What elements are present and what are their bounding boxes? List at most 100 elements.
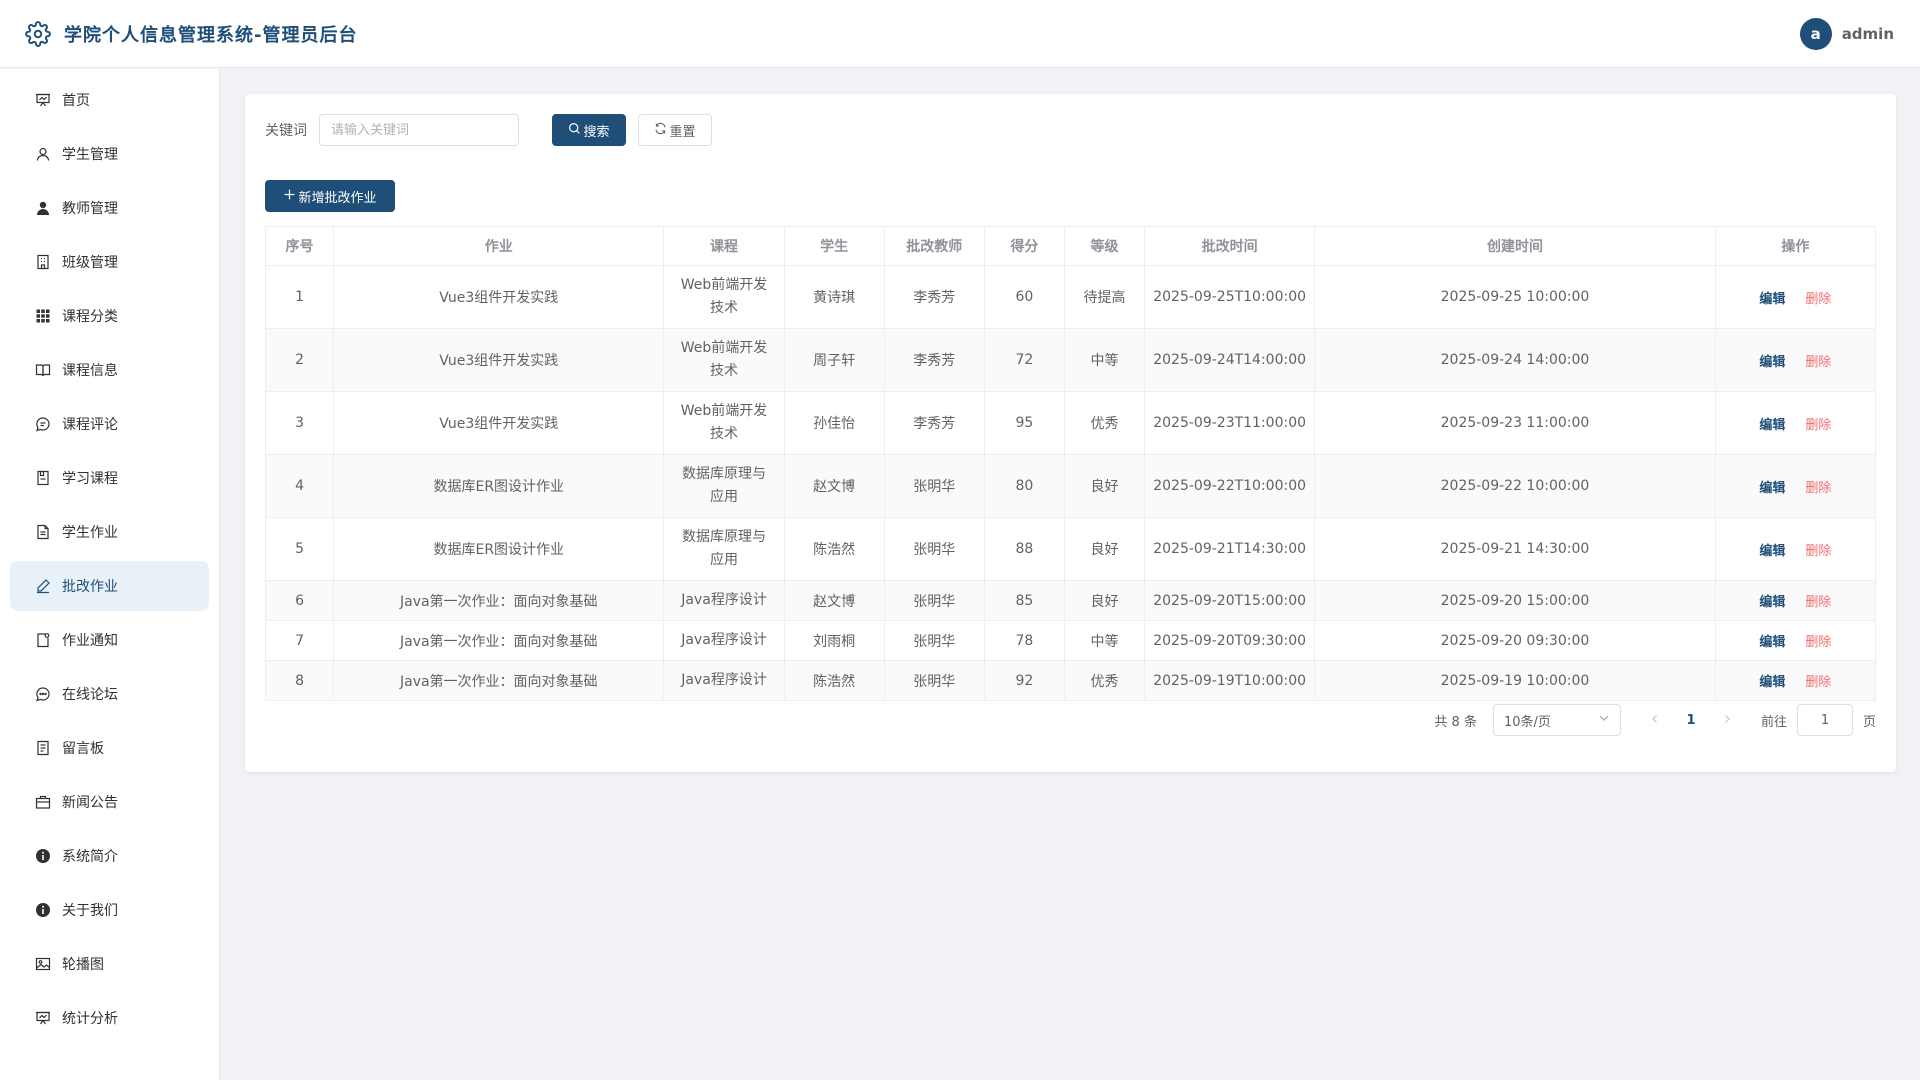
- sidebar-item-label: 关于我们: [62, 903, 118, 919]
- delete-button[interactable]: 删除: [1805, 481, 1831, 496]
- keyword-input[interactable]: [319, 114, 519, 146]
- cell-teacher: 张明华: [883, 454, 985, 518]
- cell-student: 周子轩: [783, 328, 885, 392]
- cell-homework: Vue3组件开发实践: [333, 391, 665, 455]
- cell-actions: 编辑 删除: [1714, 454, 1877, 518]
- prev-page-icon[interactable]: [1645, 713, 1665, 728]
- cell-actions: 编辑 删除: [1714, 391, 1877, 455]
- table-header-row: 序号 作业 课程 学生 批改教师 得分 等级 批改时间 创建时间 操作: [264, 226, 1877, 266]
- add-grading-button[interactable]: 新增批改作业: [265, 180, 395, 212]
- page-size-select[interactable]: 10条/页: [1492, 704, 1621, 736]
- header-homework: 作业: [333, 226, 665, 266]
- edit-button[interactable]: 编辑: [1759, 292, 1785, 307]
- sidebar-item-3[interactable]: 班级管理: [10, 237, 209, 287]
- edit-button[interactable]: 编辑: [1759, 675, 1785, 690]
- sidebar-item-17[interactable]: 统计分析: [10, 993, 209, 1043]
- cell-graded-at: 2025-09-24T14:00:00: [1144, 328, 1316, 392]
- header-level: 等级: [1063, 226, 1146, 266]
- page-number-current[interactable]: 1: [1675, 713, 1707, 728]
- delete-button[interactable]: 删除: [1805, 675, 1831, 690]
- cell-teacher: 张明华: [883, 660, 985, 701]
- sidebar-item-6[interactable]: 课程评论: [10, 399, 209, 449]
- next-page-icon[interactable]: [1717, 713, 1737, 728]
- refresh-icon: [654, 122, 667, 139]
- header-created-at: 创建时间: [1314, 226, 1716, 266]
- sidebar-item-label: 系统简介: [62, 849, 118, 865]
- cell-no: 4: [264, 454, 335, 518]
- cell-actions: 编辑 删除: [1714, 517, 1877, 581]
- sidebar-item-10[interactable]: 作业通知: [10, 615, 209, 665]
- sidebar-item-label: 作业通知: [62, 633, 118, 649]
- delete-button[interactable]: 删除: [1805, 418, 1831, 433]
- chat-dots-icon: [34, 685, 52, 703]
- delete-button[interactable]: 删除: [1805, 292, 1831, 307]
- sidebar-item-5[interactable]: 课程信息: [10, 345, 209, 395]
- cell-student: 陈浩然: [783, 660, 885, 701]
- sidebar-item-label: 批改作业: [62, 579, 118, 595]
- avatar[interactable]: a: [1799, 17, 1832, 50]
- user-menu[interactable]: a admin: [1799, 17, 1894, 50]
- edit-button[interactable]: 编辑: [1759, 595, 1785, 610]
- sidebar-item-16[interactable]: 轮播图: [10, 939, 209, 989]
- header-actions: 操作: [1714, 226, 1877, 266]
- user-outline-icon: [34, 145, 52, 163]
- cell-teacher: 张明华: [883, 517, 985, 581]
- sidebar-item-label: 课程评论: [62, 417, 118, 433]
- sidebar-item-4[interactable]: 课程分类: [10, 291, 209, 341]
- course-line-2: 技术: [710, 300, 739, 316]
- sidebar-item-label: 新闻公告: [62, 795, 118, 811]
- cell-graded-at: 2025-09-20T09:30:00: [1144, 620, 1316, 661]
- edit-button[interactable]: 编辑: [1759, 481, 1785, 496]
- goto-page-input[interactable]: [1796, 704, 1853, 736]
- chevron-down-icon: [1598, 712, 1610, 728]
- sidebar-item-9[interactable]: 批改作业: [10, 561, 209, 611]
- edit-button[interactable]: 编辑: [1759, 418, 1785, 433]
- pagination-total: 共 8 条: [1434, 714, 1477, 730]
- delete-button[interactable]: 删除: [1805, 355, 1831, 370]
- building-icon: [34, 253, 52, 271]
- sidebar-item-2[interactable]: 教师管理: [10, 183, 209, 233]
- sidebar-item-label: 留言板: [62, 741, 104, 757]
- reset-button[interactable]: 重置: [638, 114, 712, 146]
- cell-teacher: 李秀芳: [883, 265, 985, 329]
- plus-icon: [283, 188, 296, 205]
- delete-button[interactable]: 删除: [1805, 595, 1831, 610]
- page-suffix-label: 页: [1862, 714, 1876, 730]
- delete-button[interactable]: 删除: [1805, 635, 1831, 650]
- cell-graded-at: 2025-09-23T11:00:00: [1144, 391, 1316, 455]
- gear-icon[interactable]: [24, 20, 52, 48]
- cell-score: 92: [983, 660, 1065, 701]
- sidebar-item-15[interactable]: 关于我们: [10, 885, 209, 935]
- table-row: 1 Vue3组件开发实践 Web前端开发 技术 黄诗琪 李秀芳 60 待提高 2025-09-2…: [264, 265, 1877, 329]
- cell-level: 优秀: [1063, 391, 1146, 455]
- search-button[interactable]: 搜索: [552, 114, 626, 146]
- edit-button[interactable]: 编辑: [1759, 635, 1785, 650]
- cell-course: Java程序设计: [663, 580, 785, 621]
- cell-teacher: 李秀芳: [883, 391, 985, 455]
- reset-button-label: 重置: [669, 124, 696, 140]
- cell-graded-at: 2025-09-21T14:30:00: [1144, 517, 1316, 581]
- briefcase-icon: [34, 793, 52, 811]
- picture-icon: [34, 955, 52, 973]
- cell-actions: 编辑 删除: [1714, 580, 1877, 621]
- cell-homework: Java第一次作业：面向对象基础: [333, 620, 665, 661]
- sidebar-item-11[interactable]: 在线论坛: [10, 669, 209, 719]
- sidebar-item-label: 班级管理: [62, 255, 118, 271]
- header-graded-at: 批改时间: [1144, 226, 1316, 266]
- sidebar-item-14[interactable]: 系统简介: [10, 831, 209, 881]
- presentation-icon: [34, 91, 52, 109]
- sidebar-item-1[interactable]: 学生管理: [10, 129, 209, 179]
- sidebar-item-8[interactable]: 学生作业: [10, 507, 209, 557]
- sidebar-item-0[interactable]: 首页: [10, 75, 209, 125]
- course-line-2: 应用: [710, 552, 739, 568]
- edit-button[interactable]: 编辑: [1759, 544, 1785, 559]
- username[interactable]: admin: [1842, 25, 1894, 43]
- sidebar-item-7[interactable]: 学习课程: [10, 453, 209, 503]
- sidebar-item-12[interactable]: 留言板: [10, 723, 209, 773]
- header-no: 序号: [264, 226, 335, 266]
- sidebar-item-13[interactable]: 新闻公告: [10, 777, 209, 827]
- edit-button[interactable]: 编辑: [1759, 355, 1785, 370]
- delete-button[interactable]: 删除: [1805, 544, 1831, 559]
- cell-created-at: 2025-09-20 09:30:00: [1314, 620, 1716, 661]
- cell-actions: 编辑 删除: [1714, 265, 1877, 329]
